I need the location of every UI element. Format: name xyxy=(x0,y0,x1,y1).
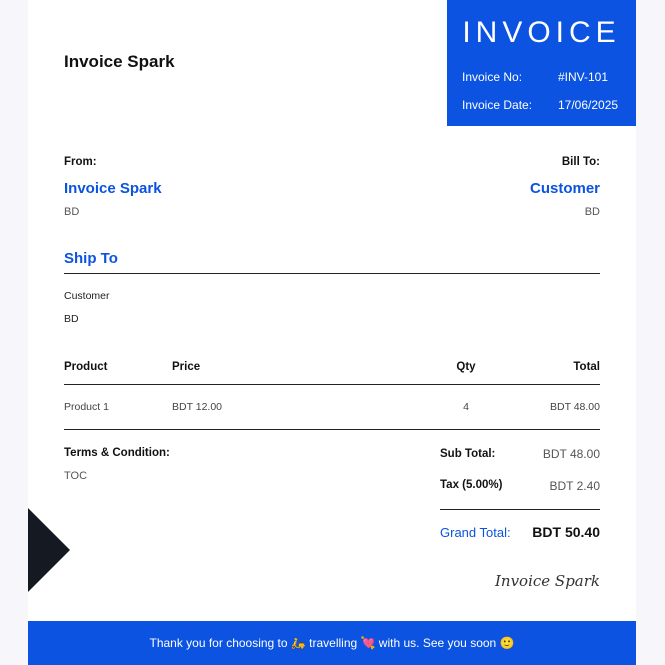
bill-to-label: Bill To: xyxy=(561,156,600,168)
invoice-number-label: Invoice No: xyxy=(462,70,523,84)
page-margin-left xyxy=(0,0,28,665)
column-header-qty: Qty xyxy=(456,361,476,373)
ship-to-name: Customer xyxy=(64,290,110,302)
invoice-title: INVOICE xyxy=(462,16,621,49)
grand-total-value: BDT 50.40 xyxy=(532,524,600,540)
ship-to-heading: Ship To xyxy=(64,250,118,267)
row-qty: 4 xyxy=(463,401,469,413)
row-total: BDT 48.00 xyxy=(549,401,600,413)
from-name: Invoice Spark xyxy=(64,180,162,197)
invoice-header-box: INVOICE Invoice No: #INV-101 Invoice Dat… xyxy=(447,0,636,126)
tax-label: Tax (5.00%) xyxy=(440,479,503,491)
footer-banner: Thank you for choosing to 🛵 travelling 💘… xyxy=(28,621,636,665)
ship-to-country: BD xyxy=(64,313,79,325)
signature: Invoice Spark xyxy=(494,572,600,590)
terms-text: TOC xyxy=(64,470,88,482)
column-header-total: Total xyxy=(573,361,600,373)
bill-to-name: Customer xyxy=(529,180,600,197)
totals-divider xyxy=(440,509,600,510)
invoice-date-label: Invoice Date: xyxy=(462,98,533,112)
ship-to-divider xyxy=(64,273,600,274)
from-country: BD xyxy=(64,206,80,218)
play-arrow-icon xyxy=(28,508,70,592)
grand-total-label: Grand Total: xyxy=(440,525,511,540)
terms-label: Terms & Condition: xyxy=(64,447,170,459)
tax-value: BDT 2.40 xyxy=(549,479,600,493)
table-bottom-divider xyxy=(64,429,600,430)
column-header-price: Price xyxy=(172,361,201,373)
footer-text: Thank you for choosing to 🛵 travelling 💘… xyxy=(149,636,515,650)
bill-to-country: BD xyxy=(584,206,600,218)
company-name: Invoice Spark xyxy=(64,52,175,71)
page-margin-right xyxy=(636,0,665,665)
row-price: BDT 12.00 xyxy=(172,401,223,413)
row-product: Product 1 xyxy=(64,401,109,413)
invoice-date: 17/06/2025 xyxy=(558,98,619,112)
table-header-divider xyxy=(64,384,600,385)
from-label: From: xyxy=(64,156,97,168)
column-header-product: Product xyxy=(64,361,108,373)
invoice-number: #INV-101 xyxy=(558,70,609,84)
subtotal-label: Sub Total: xyxy=(440,448,496,460)
subtotal-value: BDT 48.00 xyxy=(542,447,600,461)
